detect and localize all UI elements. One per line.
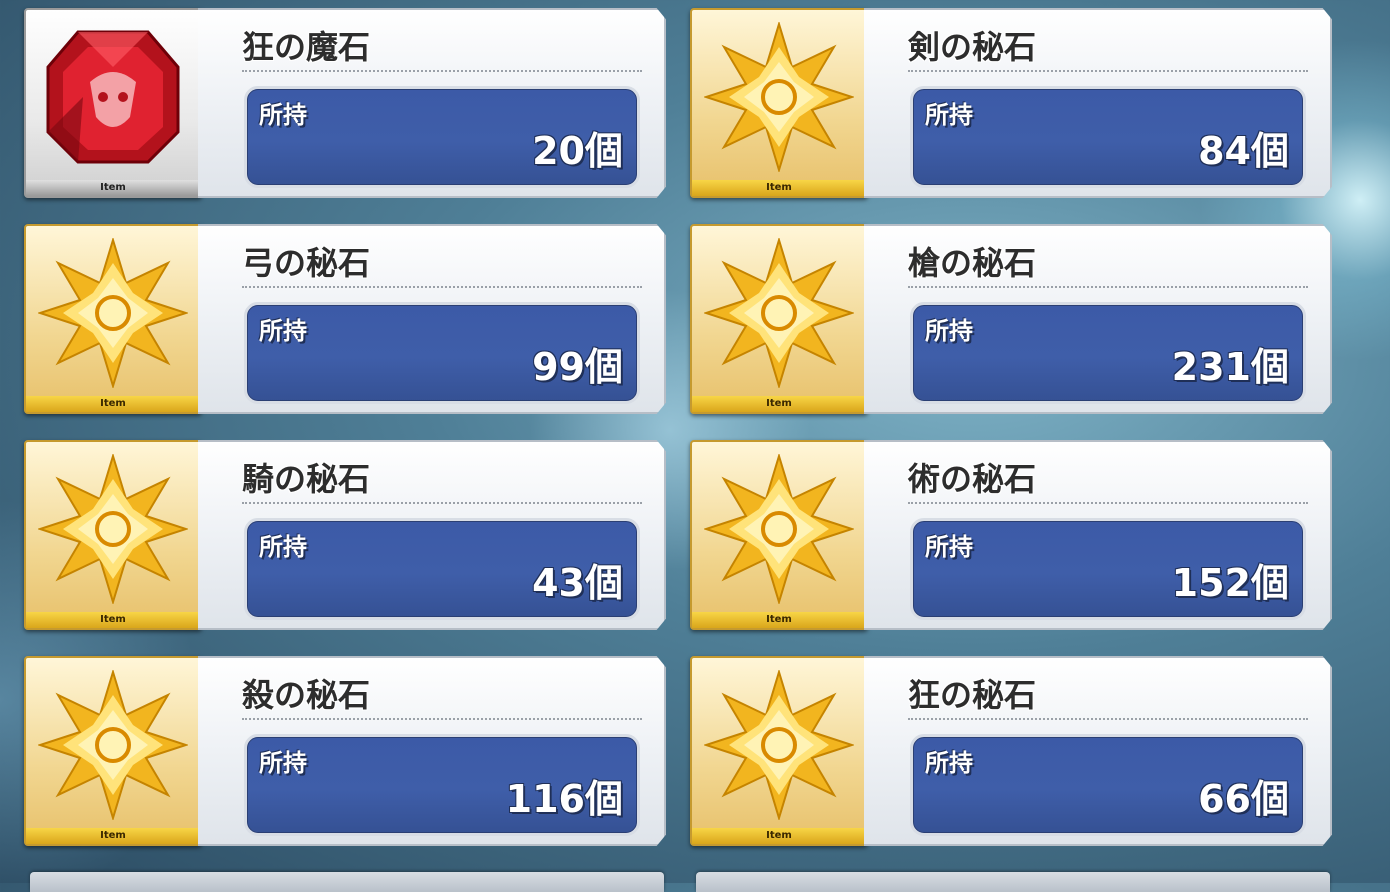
divider xyxy=(242,70,642,72)
owned-unit: 個 xyxy=(584,777,623,821)
item-panel: 殺の秘石 所持 116個 xyxy=(198,656,666,846)
item-panel: 狂の秘石 所持 66個 xyxy=(864,656,1332,846)
owned-number: 66 xyxy=(1198,777,1251,821)
red-gem-berserker-icon xyxy=(46,30,180,164)
item-card[interactable]: Item 弓の秘石 所持 99個 xyxy=(24,224,666,414)
owned-label: 所持 xyxy=(259,533,307,561)
owned-count: 231個 xyxy=(1172,336,1289,391)
item-card[interactable]: Item 槍の秘石 所持 231個 xyxy=(690,224,1332,414)
divider xyxy=(242,502,642,504)
owned-count: 43個 xyxy=(532,552,623,607)
owned-unit: 個 xyxy=(584,561,623,605)
item-tag: Item xyxy=(692,612,866,628)
owned-unit: 個 xyxy=(584,345,623,389)
divider xyxy=(908,70,1308,72)
item-panel: 剣の秘石 所持 84個 xyxy=(864,8,1332,198)
item-name: 狂の魔石 xyxy=(242,28,371,66)
owned-box: 所持 116個 xyxy=(244,734,640,836)
gold-star-archer-icon xyxy=(38,238,188,388)
owned-label: 所持 xyxy=(259,101,307,129)
owned-box: 所持 231個 xyxy=(910,302,1306,404)
gold-star-assassin-icon xyxy=(38,670,188,820)
item-card[interactable]: Item 騎の秘石 所持 43個 xyxy=(24,440,666,630)
item-card[interactable]: Item 狂の秘石 所持 66個 xyxy=(690,656,1332,846)
item-card[interactable]: Item 術の秘石 所持 152個 xyxy=(690,440,1332,630)
item-panel: 槍の秘石 所持 231個 xyxy=(864,224,1332,414)
owned-unit: 個 xyxy=(1250,777,1289,821)
item-tag: Item xyxy=(26,828,200,844)
item-tag: Item xyxy=(692,828,866,844)
item-card[interactable]: Item 殺の秘石 所持 116個 xyxy=(24,656,666,846)
gold-star-saber-icon xyxy=(704,22,854,172)
owned-count: 84個 xyxy=(1198,120,1289,175)
owned-box: 所持 84個 xyxy=(910,86,1306,188)
owned-number: 231 xyxy=(1171,345,1251,389)
item-icon-frame: Item xyxy=(690,440,868,630)
item-icon-frame: Item xyxy=(690,8,868,198)
item-icon-frame: Item xyxy=(24,8,202,198)
item-tag: Item xyxy=(692,396,866,412)
owned-count: 99個 xyxy=(532,336,623,391)
owned-box: 所持 152個 xyxy=(910,518,1306,620)
item-card-partial[interactable] xyxy=(696,872,1330,892)
owned-number: 152 xyxy=(1171,561,1251,605)
item-card[interactable]: Item 剣の秘石 所持 84個 xyxy=(690,8,1332,198)
owned-label: 所持 xyxy=(259,749,307,777)
item-name: 術の秘石 xyxy=(908,460,1037,498)
item-icon-frame: Item xyxy=(24,656,202,846)
owned-label: 所持 xyxy=(925,101,973,129)
owned-count: 116個 xyxy=(506,768,623,823)
owned-unit: 個 xyxy=(584,129,623,173)
item-tag: Item xyxy=(26,396,200,412)
owned-unit: 個 xyxy=(1250,345,1289,389)
gold-star-caster-icon xyxy=(704,454,854,604)
gold-star-berserker-icon xyxy=(704,670,854,820)
item-panel: 術の秘石 所持 152個 xyxy=(864,440,1332,630)
owned-label: 所持 xyxy=(259,317,307,345)
owned-count: 152個 xyxy=(1172,552,1289,607)
item-name: 槍の秘石 xyxy=(908,244,1037,282)
divider xyxy=(242,718,642,720)
item-card[interactable]: Item 狂の魔石 所持 20個 xyxy=(24,8,666,198)
divider xyxy=(242,286,642,288)
divider xyxy=(908,718,1308,720)
item-tag: Item xyxy=(692,180,866,196)
owned-label: 所持 xyxy=(925,749,973,777)
item-icon-frame: Item xyxy=(690,656,868,846)
owned-box: 所持 99個 xyxy=(244,302,640,404)
item-list[interactable]: Item 狂の魔石 所持 20個 Item 剣の秘石 所持 84個 Item 弓… xyxy=(0,0,1390,892)
item-name: 殺の秘石 xyxy=(242,676,371,714)
owned-unit: 個 xyxy=(1250,561,1289,605)
owned-label: 所持 xyxy=(925,533,973,561)
gold-star-lancer-icon xyxy=(704,238,854,388)
item-name: 弓の秘石 xyxy=(242,244,371,282)
item-name: 狂の秘石 xyxy=(908,676,1037,714)
owned-number: 99 xyxy=(532,345,585,389)
item-name: 騎の秘石 xyxy=(242,460,371,498)
owned-box: 所持 43個 xyxy=(244,518,640,620)
owned-unit: 個 xyxy=(1250,129,1289,173)
item-icon-frame: Item xyxy=(24,224,202,414)
owned-count: 66個 xyxy=(1198,768,1289,823)
item-icon-frame: Item xyxy=(24,440,202,630)
item-panel: 弓の秘石 所持 99個 xyxy=(198,224,666,414)
owned-box: 所持 20個 xyxy=(244,86,640,188)
item-panel: 狂の魔石 所持 20個 xyxy=(198,8,666,198)
item-name: 剣の秘石 xyxy=(908,28,1037,66)
item-tag: Item xyxy=(26,612,200,628)
divider xyxy=(908,502,1308,504)
owned-label: 所持 xyxy=(925,317,973,345)
item-tag: Item xyxy=(26,180,200,196)
divider xyxy=(908,286,1308,288)
owned-number: 84 xyxy=(1198,129,1251,173)
item-card-partial[interactable] xyxy=(30,872,664,892)
gold-star-rider-icon xyxy=(38,454,188,604)
owned-number: 43 xyxy=(532,561,585,605)
owned-count: 20個 xyxy=(532,120,623,175)
item-panel: 騎の秘石 所持 43個 xyxy=(198,440,666,630)
item-icon-frame: Item xyxy=(690,224,868,414)
owned-box: 所持 66個 xyxy=(910,734,1306,836)
owned-number: 20 xyxy=(532,129,585,173)
owned-number: 116 xyxy=(505,777,585,821)
